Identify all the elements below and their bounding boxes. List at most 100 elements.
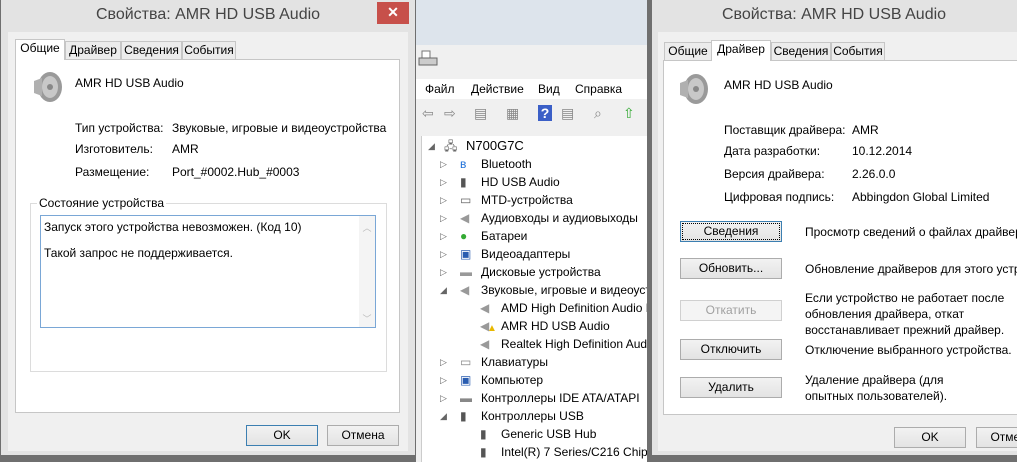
tab-driver[interactable]: Драйвер	[711, 40, 771, 61]
prop-value: AMR	[852, 123, 879, 137]
cancel-button[interactable]: Отмена	[327, 425, 399, 446]
tree-label: Контроллеры IDE ATA/ATAPI	[481, 391, 640, 405]
cancel-button[interactable]: Отмена	[976, 427, 1017, 448]
tab-details[interactable]: Сведения	[771, 42, 831, 60]
collapsed-arrow-icon[interactable]: ▷	[440, 389, 447, 407]
collapsed-arrow-icon[interactable]: ▷	[440, 209, 447, 227]
mtd-device-icon: ▭	[460, 193, 472, 207]
prop-value: Port_#0002.Hub_#0003	[172, 165, 300, 179]
tree-label: AMD High Definition Audio Device	[501, 301, 647, 315]
speaker-icon: ◀	[480, 337, 490, 351]
tree-label: N700G7C	[466, 138, 524, 153]
update-driver-button[interactable]: Обновить...	[680, 258, 782, 279]
computer-icon: ▣	[460, 373, 472, 387]
scrollbar[interactable]: ︿ ﹀	[359, 216, 375, 327]
dialog-body: Общие Драйвер Сведения События AMR HD US…	[658, 32, 1017, 451]
action-pane-icon[interactable]: ▤	[561, 105, 574, 122]
tab-driver[interactable]: Драйвер	[65, 41, 121, 59]
device-status-group: Состояние устройства Запуск этого устрой…	[30, 196, 387, 372]
tab-general[interactable]: Общие	[664, 42, 712, 60]
collapsed-arrow-icon[interactable]: ▷	[440, 227, 447, 245]
action-description: Обновление драйверов для этого устройств…	[805, 262, 1017, 276]
usb-plug-icon: ▮	[460, 409, 467, 423]
status-line: Такой запрос не поддерживается.	[44, 246, 233, 260]
display-adapter-icon: ▣	[460, 247, 472, 261]
scan-hardware-icon[interactable]: ⌕	[594, 105, 602, 122]
update-driver-icon[interactable]: ⇧	[623, 105, 635, 122]
prop-value: 10.12.2014	[852, 144, 913, 158]
menu-file[interactable]: Файл	[425, 82, 455, 96]
show-hide-tree-icon[interactable]: ▤	[474, 105, 487, 122]
toolbar: ⇦ ⇨ ▤ ▦ ? ▤ ⌕ ⇧	[416, 102, 651, 128]
expanded-arrow-icon[interactable]: ◢	[440, 281, 447, 299]
disable-device-button[interactable]: Отключить	[680, 339, 782, 360]
prop-value: 2.26.0.0	[852, 167, 896, 181]
battery-icon: ●	[460, 229, 468, 243]
menu-help[interactable]: Справка	[575, 82, 622, 96]
status-line: Запуск этого устройства невозможен. (Код…	[44, 220, 302, 234]
device-name: AMR HD USB Audio	[75, 76, 184, 90]
collapsed-arrow-icon[interactable]: ▷	[440, 263, 447, 281]
group-label: Состояние устройства	[37, 196, 167, 210]
collapsed-arrow-icon[interactable]: ▷	[440, 155, 447, 173]
collapsed-arrow-icon[interactable]: ▷	[440, 371, 447, 389]
help-icon[interactable]: ?	[538, 105, 552, 121]
device-manager-window: Файл Действие Вид Справка ⇦ ⇨ ▤ ▦ ? ▤ ⌕ …	[416, 0, 651, 462]
tab-panel: AMR HD USB Audio Поставщик драйвера: AMR…	[663, 60, 1017, 415]
prop-label: Тип устройства:	[75, 121, 164, 135]
forward-icon[interactable]: ⇨	[444, 105, 456, 122]
dialog-title: Свойства: AMR HD USB Audio	[95, 6, 321, 23]
device-name: AMR HD USB Audio	[724, 78, 833, 92]
rollback-driver-button[interactable]: Откатить	[680, 300, 782, 321]
speaker-icon: ◀	[460, 283, 470, 297]
computer-icon: 🖧	[444, 139, 458, 153]
status-textbox[interactable]: Запуск этого устройства невозможен. (Код…	[40, 215, 376, 328]
disk-icon: ▬	[460, 265, 472, 279]
tab-panel: AMR HD USB Audio Тип устройства: Звуковы…	[15, 59, 400, 413]
prop-label: Цифровая подпись:	[724, 190, 835, 204]
speaker-icon: ◀	[460, 211, 470, 225]
speaker-icon	[680, 74, 708, 104]
usb-plug-icon: ▮	[460, 175, 467, 189]
back-icon[interactable]: ⇦	[422, 105, 434, 122]
collapsed-arrow-icon[interactable]: ▷	[440, 173, 447, 191]
expanded-arrow-icon[interactable]: ◢	[440, 407, 447, 425]
expanded-arrow-icon[interactable]: ◢	[428, 137, 435, 155]
ok-button[interactable]: OK	[246, 425, 318, 446]
collapsed-arrow-icon[interactable]: ▷	[440, 353, 447, 371]
tree-label: Компьютер	[481, 373, 544, 387]
tab-events[interactable]: События	[831, 42, 885, 60]
prop-value: Звуковые, игровые и видеоустройства	[172, 121, 387, 135]
tree-label: MTD-устройства	[481, 193, 573, 207]
collapsed-arrow-icon[interactable]: ▷	[440, 245, 447, 263]
left-properties-dialog: Свойства: AMR HD USB Audio ✕ Общие Драйв…	[0, 0, 416, 456]
menu-view[interactable]: Вид	[538, 82, 560, 96]
properties-icon[interactable]: ▦	[506, 105, 519, 122]
tree-label: Батареи	[481, 229, 528, 243]
menu-action[interactable]: Действие	[471, 82, 524, 96]
prop-label: Поставщик драйвера:	[724, 123, 846, 137]
dialog-title: Свойства: AMR HD USB Audio	[721, 6, 947, 23]
ok-button[interactable]: OK	[894, 427, 966, 448]
tab-general[interactable]: Общие	[15, 39, 65, 60]
tree-label: Intel(R) 7 Series/C216 Chipset	[501, 445, 647, 459]
prop-label: Изготовитель:	[75, 142, 153, 156]
uninstall-driver-button[interactable]: Удалить	[680, 377, 782, 398]
close-button[interactable]: ✕	[377, 2, 409, 24]
device-tree: ◢ 🖧 N700G7C ▷ ʙ Bluetooth ▷ ▮ HD USB Audio ▷ ▭ M…	[421, 136, 647, 462]
collapsed-arrow-icon[interactable]: ▷	[440, 191, 447, 209]
tree-label: Клавиатуры	[481, 355, 548, 369]
prop-label: Версия драйвера:	[724, 167, 825, 181]
bluetooth-icon: ʙ	[460, 157, 467, 171]
driver-details-button[interactable]: Сведения	[680, 221, 782, 242]
action-description: Отключение выбранного устройства.	[805, 343, 1012, 357]
speaker-icon	[34, 72, 62, 102]
menu-bar: Файл Действие Вид Справка	[416, 79, 651, 99]
prop-value: AMR	[172, 142, 199, 156]
tree-label: Контроллеры USB	[481, 409, 584, 423]
action-description: Удаление драйвера (для опытных пользоват…	[805, 373, 948, 403]
dialog-body: Общие Драйвер Сведения События AMR HD US…	[8, 32, 408, 451]
action-description: Если устройство не работает после обновл…	[805, 291, 1005, 337]
tab-details[interactable]: Сведения	[121, 41, 182, 59]
tab-events[interactable]: События	[182, 41, 236, 59]
